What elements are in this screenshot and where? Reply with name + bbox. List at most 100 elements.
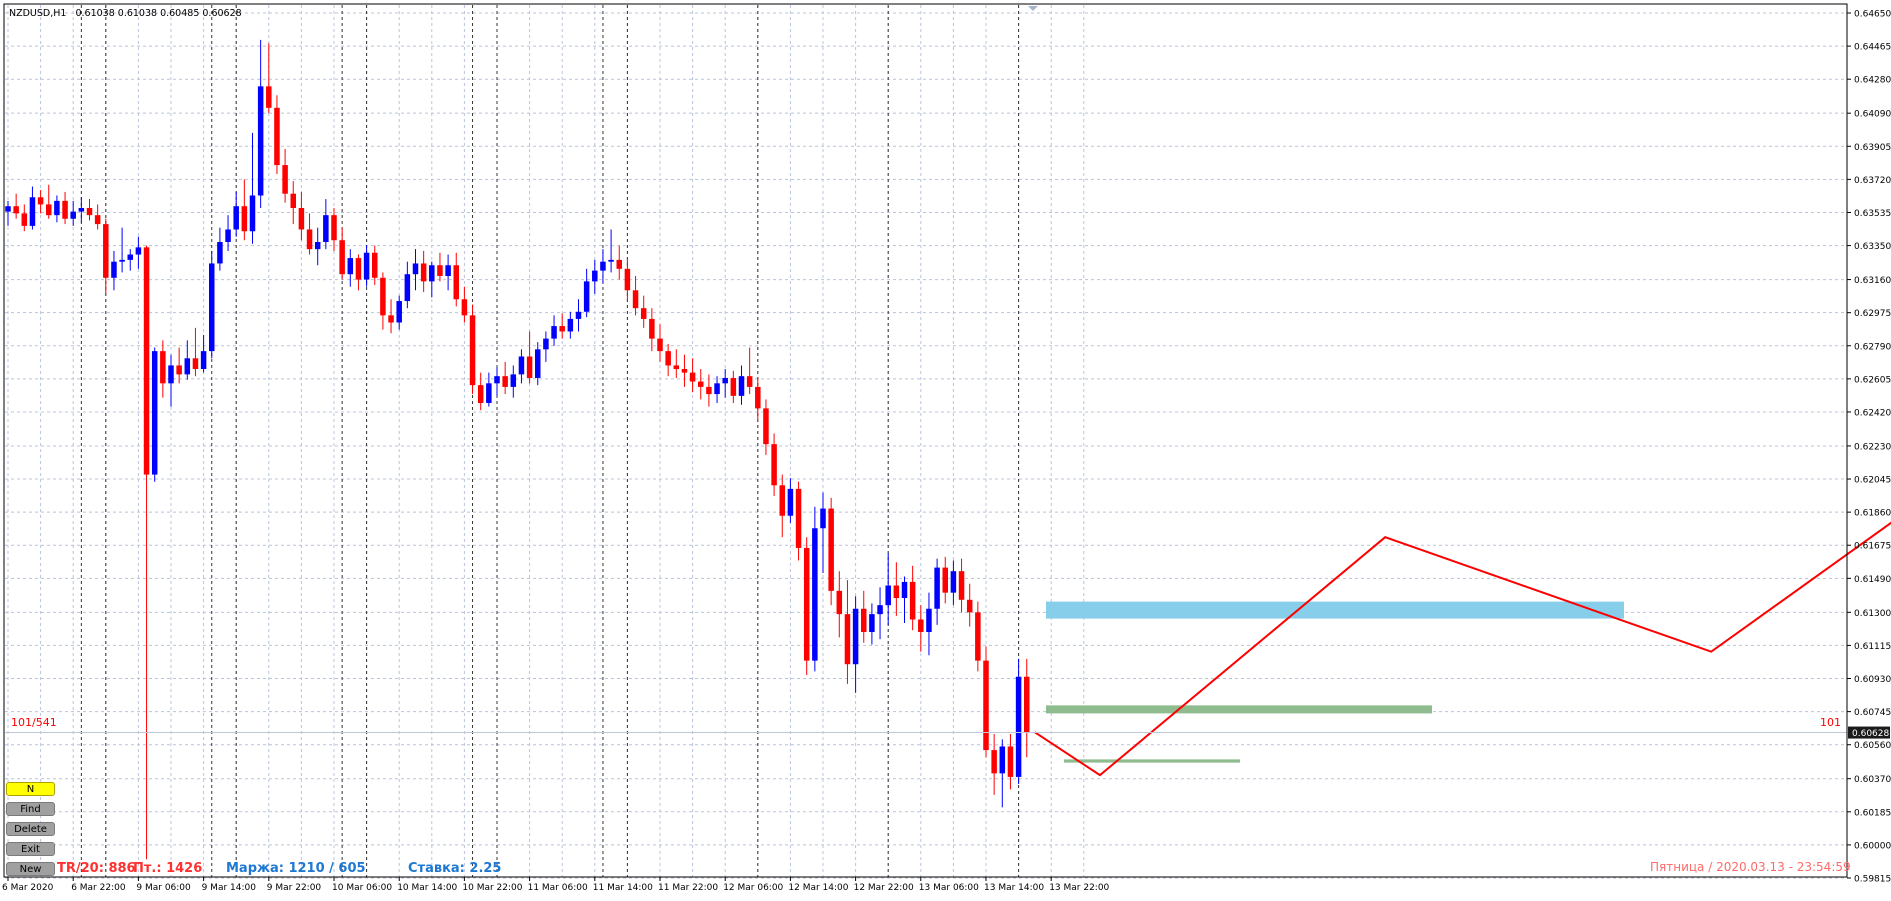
x-tick-label: 11 Mar 22:00: [658, 883, 718, 893]
find-button[interactable]: Find: [6, 802, 55, 816]
candle-body: [975, 612, 981, 661]
candle-body: [942, 567, 948, 593]
candle-body: [909, 581, 916, 620]
y-tick-label: 0.60745: [1854, 708, 1891, 718]
candle-body: [665, 351, 671, 366]
x-tick-label: 10 Mar 22:00: [462, 883, 522, 893]
candle-body: [559, 326, 565, 332]
y-tick-label: 0.61675: [1854, 542, 1891, 552]
candle-body: [445, 265, 451, 276]
candle-body: [877, 605, 883, 615]
rate-stat: Ставка: 2.25: [408, 861, 502, 876]
candle-body: [298, 208, 305, 230]
candle-body: [852, 608, 859, 665]
candle-body: [885, 585, 891, 606]
candle-body: [355, 258, 362, 280]
candle-body: [168, 365, 174, 384]
candle-body: [62, 200, 68, 219]
candle-body: [657, 338, 663, 352]
candle-body: [640, 308, 647, 319]
y-tick-label: 0.60370: [1854, 775, 1891, 785]
y-tick-label: 0.61300: [1854, 609, 1891, 619]
x-tick-label: 9 Mar 22:00: [267, 883, 322, 893]
candle-body: [103, 224, 109, 278]
price-chart[interactable]: 0.64650 0.64465 0.64280 0.64090 0.63905 0.637…: [0, 0, 1891, 901]
candle-body: [412, 263, 419, 275]
candle-body: [991, 750, 997, 774]
candle: [1015, 658, 1022, 785]
candle-body: [233, 206, 239, 230]
y-tick-label: 0.64090: [1854, 110, 1891, 120]
tr-stat: TR/20: 886: [57, 861, 136, 876]
candle-body: [209, 263, 215, 352]
candle-body: [966, 599, 973, 613]
candle-body: [763, 408, 769, 445]
candle-body: [803, 547, 810, 661]
new-button[interactable]: New: [6, 862, 55, 876]
x-tick-label: 13 Mar 06:00: [919, 883, 979, 893]
candle-body: [429, 265, 435, 282]
candle-body: [600, 261, 606, 271]
y-tick-label: 0.60930: [1854, 675, 1891, 685]
candle-body: [486, 383, 492, 404]
candle-body: [730, 377, 737, 396]
x-tick-label: 11 Mar 06:00: [528, 883, 588, 893]
candle-body: [249, 195, 256, 232]
candle-body: [901, 581, 908, 599]
y-tick-label: 0.62790: [1854, 342, 1891, 352]
candle-body: [1015, 676, 1022, 777]
ohlc-label: 0.61038 0.61038 0.60485 0.60628: [75, 8, 241, 19]
candle-body: [828, 508, 834, 591]
candle-body: [861, 608, 867, 633]
candle-body: [779, 485, 785, 516]
pt-stat: Пт.: 1426: [133, 861, 203, 876]
candle-body: [746, 376, 753, 387]
y-tick-label: 0.61115: [1854, 642, 1891, 652]
candle-body: [111, 261, 117, 278]
candle-body: [184, 358, 191, 375]
y-tick-label: 0.60185: [1854, 808, 1891, 818]
n-button[interactable]: N: [6, 782, 55, 796]
candle-body: [494, 376, 500, 384]
x-tick-label: 12 Mar 06:00: [723, 883, 783, 893]
candle-body: [698, 381, 704, 387]
candle-body: [404, 274, 411, 302]
candle-body: [225, 229, 231, 242]
y-tick-label: 0.64280: [1854, 76, 1891, 86]
candle-body: [535, 349, 541, 378]
y-tick-label: 0.62975: [1854, 309, 1891, 319]
footer-datetime: Пятница / 2020.03.13 - 23:54:59: [1650, 860, 1851, 874]
candle-body: [420, 263, 427, 282]
candle-body: [257, 86, 264, 196]
x-tick-label: 9 Mar 06:00: [136, 883, 191, 893]
y-tick-label: 0.63160: [1854, 276, 1891, 286]
x-tick-label: 10 Mar 06:00: [332, 883, 392, 893]
candle-body: [37, 197, 44, 205]
candle-body: [567, 318, 574, 332]
x-tick-label: 9 Mar 14:00: [202, 883, 257, 893]
candle-body: [795, 488, 802, 548]
candle-body: [266, 86, 272, 108]
candle-body: [706, 386, 712, 395]
candle-body: [200, 351, 207, 370]
candle-body: [21, 213, 28, 226]
candle-body: [551, 326, 557, 339]
y-tick-label: 0.61490: [1854, 575, 1891, 585]
delete-button[interactable]: Delete: [6, 822, 55, 836]
candle-body: [820, 508, 826, 529]
candle-body: [127, 254, 133, 260]
candle-body: [5, 206, 11, 212]
level-label-left: 101/541: [11, 716, 57, 729]
candle-body: [86, 208, 93, 216]
candle: [209, 250, 215, 359]
candle-body: [160, 351, 166, 384]
candle-body: [958, 571, 965, 600]
candle-body: [331, 215, 337, 241]
candle-body: [461, 299, 468, 316]
candle-body: [46, 204, 52, 216]
y-tick-label: 0.63350: [1854, 242, 1891, 252]
x-tick-label: 10 Mar 14:00: [397, 883, 457, 893]
exit-button[interactable]: Exit: [6, 842, 55, 856]
candle-body: [143, 247, 150, 475]
candle-body: [918, 619, 924, 633]
